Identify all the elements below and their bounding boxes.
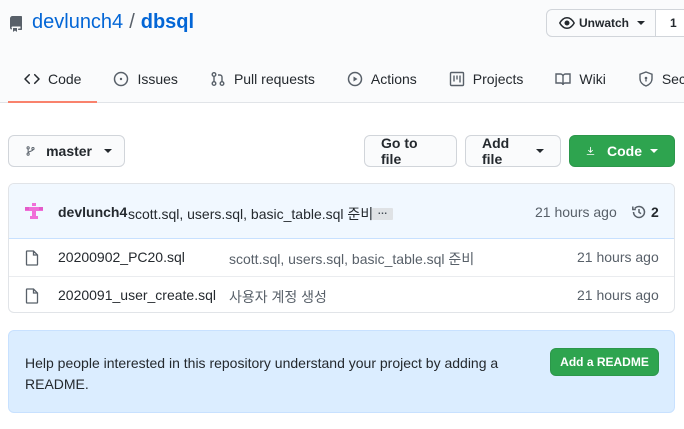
watch-button-group: Unwatch 1	[546, 9, 684, 37]
readme-prompt-banner: Help people interested in this repositor…	[8, 330, 675, 413]
tab-actions[interactable]: Actions	[331, 56, 433, 102]
repo-path-separator: /	[129, 11, 135, 33]
go-to-file-button[interactable]: Go to file	[364, 135, 457, 167]
project-icon	[449, 71, 464, 87]
tab-wiki[interactable]: Wiki	[539, 56, 621, 102]
commit-time[interactable]: 21 hours ago	[535, 204, 617, 220]
file-icon	[25, 250, 39, 266]
file-icon	[25, 288, 39, 304]
play-icon	[347, 71, 363, 87]
download-icon	[586, 146, 595, 155]
tab-pull-requests[interactable]: Pull requests	[194, 56, 331, 102]
repo-icon	[8, 15, 24, 32]
expand-commit-button[interactable]: …	[372, 207, 393, 220]
chevron-down-icon	[104, 149, 112, 153]
eye-icon	[559, 17, 575, 29]
commit-message-link[interactable]: scott.sql, users.sql, basic_table.sql 준비	[128, 204, 373, 224]
tab-label: Pull requests	[233, 71, 315, 87]
shield-icon	[639, 71, 653, 87]
chevron-down-icon	[637, 21, 646, 25]
tab-label: Projects	[472, 71, 524, 87]
branch-name: master	[46, 143, 92, 159]
file-commit-message-link[interactable]: scott.sql, users.sql, basic_table.sql 준비	[229, 249, 474, 269]
repo-nav-tabs: Code Issues Pull requests Actions Projec…	[8, 56, 684, 103]
file-browser: devlunch4 scott.sql, users.sql, basic_ta…	[8, 183, 675, 313]
tab-label: Security	[661, 71, 684, 87]
tab-label: Wiki	[579, 71, 606, 87]
branch-select-button[interactable]: master	[8, 135, 125, 167]
readme-prompt-text: Help people interested in this repositor…	[25, 355, 499, 392]
tab-label: Actions	[370, 71, 417, 87]
commit-count: 2	[651, 204, 659, 220]
tab-label: Code	[48, 71, 82, 87]
file-name-link[interactable]: 20200902_PC20.sql	[58, 249, 185, 265]
repo-name-link[interactable]: dbsql	[141, 11, 194, 34]
commit-author-link[interactable]: devlunch4	[58, 204, 127, 220]
code-label: Code	[607, 143, 642, 159]
tab-code[interactable]: Code	[8, 56, 98, 103]
file-row: 2020091_user_create.sql 사용자 계정 생성 21 hou…	[9, 276, 674, 312]
book-icon	[555, 73, 572, 86]
chevron-down-icon	[650, 149, 658, 153]
issue-icon	[114, 71, 129, 87]
commit-history-link[interactable]: 2	[631, 204, 659, 220]
repo-owner-link[interactable]: devlunch4	[32, 11, 123, 34]
pull-request-icon	[211, 72, 225, 86]
tab-security[interactable]: Security	[622, 56, 684, 102]
tab-label: Issues	[137, 71, 178, 87]
history-icon	[632, 205, 646, 219]
tab-projects[interactable]: Projects	[433, 56, 540, 102]
file-commit-time: 21 hours ago	[577, 249, 659, 265]
add-readme-button[interactable]: Add a README	[550, 348, 659, 376]
repo-header: devlunch4 / dbsql Unwatch 1 Code Issues …	[0, 0, 684, 103]
code-download-button[interactable]: Code	[569, 135, 675, 167]
add-file-label: Add file	[482, 135, 510, 167]
file-name-link[interactable]: 2020091_user_create.sql	[58, 287, 216, 303]
chevron-down-icon	[536, 149, 544, 153]
unwatch-label: Unwatch	[579, 16, 630, 30]
file-row: 20200902_PC20.sql scott.sql, users.sql, …	[9, 239, 674, 276]
file-commit-time: 21 hours ago	[577, 287, 659, 303]
latest-commit-bar: devlunch4 scott.sql, users.sql, basic_ta…	[9, 184, 674, 239]
add-file-button[interactable]: Add file	[465, 135, 561, 167]
code-icon	[24, 73, 40, 85]
watchers-count[interactable]: 1	[656, 10, 684, 36]
avatar[interactable]	[24, 202, 44, 222]
unwatch-button[interactable]: Unwatch	[547, 10, 657, 36]
tab-issues[interactable]: Issues	[97, 56, 193, 102]
repo-title: devlunch4 / dbsql	[8, 11, 194, 34]
file-commit-message-link[interactable]: 사용자 계정 생성	[229, 287, 327, 307]
git-branch-icon	[26, 146, 35, 156]
